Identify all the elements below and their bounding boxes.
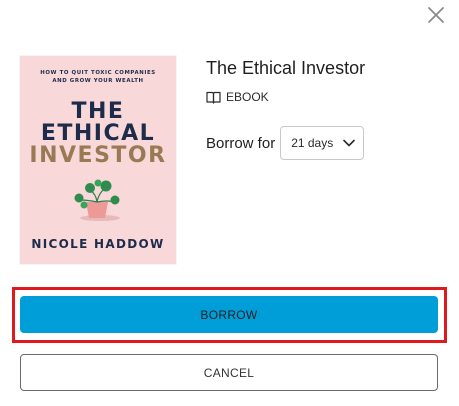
borrow-period-value: 21 days (291, 136, 334, 150)
borrow-period-select[interactable]: 21 days (280, 126, 365, 160)
cover-author: NICOLE HADDOW (31, 237, 165, 251)
close-button[interactable] (426, 5, 446, 25)
borrow-period-label: Borrow for (206, 134, 276, 152)
borrow-button[interactable]: BORROW (20, 296, 438, 333)
book-title: The Ethical Investor (206, 58, 366, 78)
open-book-icon (206, 91, 221, 104)
close-icon (428, 7, 444, 23)
cover-title-line: INVESTOR (29, 143, 167, 168)
cover-subtitle: HOW TO QUIT TOXIC COMPANIES AND GROW YOU… (20, 69, 176, 85)
cover-subtitle-line: HOW TO QUIT TOXIC COMPANIES (40, 70, 156, 76)
borrow-dialog: HOW TO QUIT TOXIC COMPANIES AND GROW YOU… (0, 0, 459, 406)
chevron-down-icon (343, 139, 355, 147)
cancel-button[interactable]: CANCEL (20, 354, 438, 391)
borrow-period-row: Borrow for 21 days (206, 125, 365, 161)
potted-plant-illustration (74, 179, 120, 221)
cover-subtitle-line: AND GROW YOUR WEALTH (52, 78, 144, 84)
format-text: EBOOK (226, 90, 269, 104)
book-cover: HOW TO QUIT TOXIC COMPANIES AND GROW YOU… (20, 56, 176, 264)
format-label: EBOOK (206, 90, 269, 104)
